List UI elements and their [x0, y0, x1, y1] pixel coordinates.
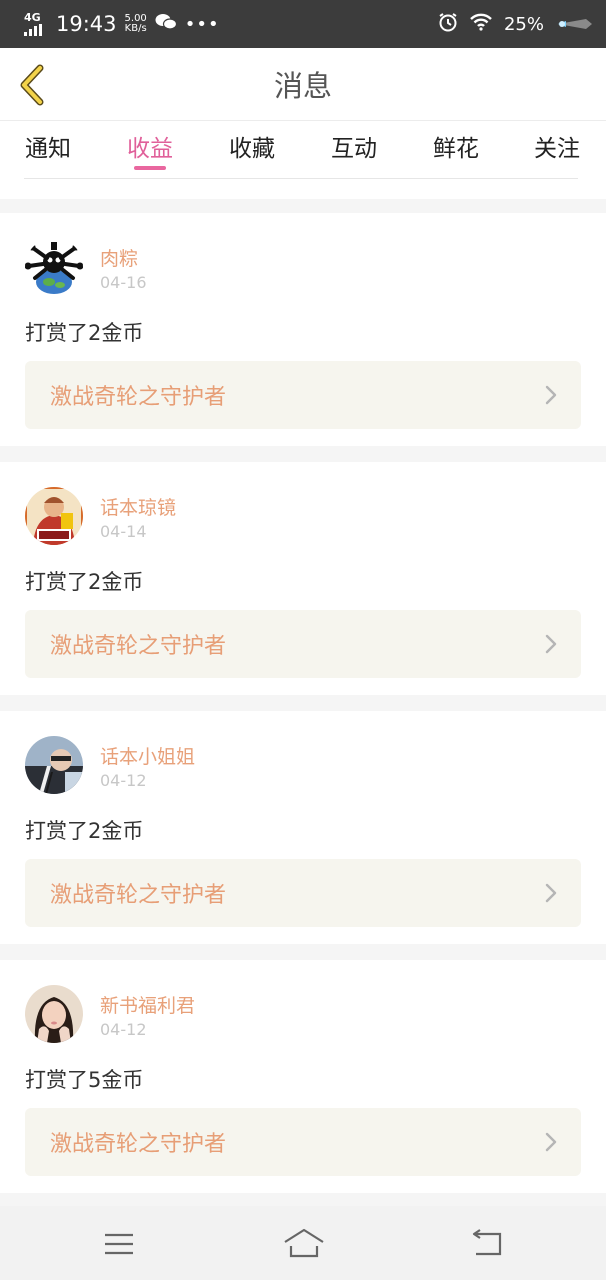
tab-favorites[interactable]: 收藏	[212, 129, 292, 163]
username[interactable]: 话本小姐姐	[100, 742, 195, 769]
wifi-icon	[470, 13, 492, 36]
book-link[interactable]: 激战奇轮之守护者	[25, 1108, 581, 1176]
photo-avatar-icon[interactable]	[25, 736, 83, 794]
home-button[interactable]	[282, 1224, 326, 1264]
book-link[interactable]: 激战奇轮之守护者	[25, 610, 581, 678]
monk-avatar-icon[interactable]	[25, 487, 83, 545]
message-card: 话本琼镜 04-14 打赏了2金币 激战奇轮之守护者	[0, 462, 606, 695]
tab-interactions[interactable]: 互动	[314, 129, 394, 163]
net-speed: 5.00 KB/s	[125, 14, 147, 34]
book-link[interactable]: 激战奇轮之守护者	[25, 859, 581, 927]
system-nav-bar	[0, 1206, 606, 1280]
book-title: 激战奇轮之守护者	[50, 385, 227, 410]
tab-bar: 通知 收益 收藏 互动 鲜花 关注	[0, 121, 606, 199]
username[interactable]: 新书福利君	[100, 991, 195, 1018]
menu-icon	[105, 1233, 133, 1255]
reward-text: 打赏了5金币	[25, 1068, 144, 1092]
back-arrow-icon	[20, 64, 44, 106]
net-speed-unit: KB/s	[124, 23, 147, 34]
header: 消息	[0, 48, 606, 121]
home-icon	[284, 1228, 324, 1258]
username[interactable]: 话本琼镜	[100, 493, 176, 520]
book-title: 激战奇轮之守护者	[50, 883, 227, 908]
message-card: 新书福利君 04-12 打赏了5金币 激战奇轮之守护者	[0, 960, 606, 1193]
back-button[interactable]	[16, 64, 48, 106]
chevron-right-icon	[545, 385, 557, 405]
book-link[interactable]: 激战奇轮之守护者	[25, 361, 581, 429]
tab-flowers[interactable]: 鲜花	[416, 129, 496, 163]
message-date: 04-16	[100, 273, 147, 292]
message-date: 04-14	[100, 522, 147, 541]
divider	[24, 178, 578, 179]
status-bar: 4G 19:43 5.00 KB/s ••• 25%	[0, 0, 606, 48]
back-icon	[472, 1229, 502, 1256]
chevron-right-icon	[545, 1132, 557, 1152]
battery-percent: 25%	[503, 13, 544, 35]
network-indicator: 4G	[24, 12, 52, 36]
reward-text: 打赏了2金币	[25, 321, 144, 345]
skull-globe-avatar-icon[interactable]	[25, 238, 83, 296]
chevron-right-icon	[545, 883, 557, 903]
message-list: 肉粽 04-16 打赏了2金币 激战奇轮之守护者 话本琼镜 04-14 打赏了2…	[0, 213, 606, 1209]
message-card: 话本小姐姐 04-12 打赏了2金币 激战奇轮之守护者	[0, 711, 606, 944]
more-notifications-icon: •••	[184, 13, 220, 35]
menu-button[interactable]	[97, 1224, 141, 1264]
tab-notifications[interactable]: 通知	[8, 129, 88, 163]
battery-icon	[556, 16, 594, 32]
chevron-right-icon	[545, 634, 557, 654]
book-title: 激战奇轮之守护者	[50, 1132, 227, 1157]
reward-text: 打赏了2金币	[25, 819, 144, 843]
alarm-icon	[438, 12, 458, 37]
clock: 19:43	[56, 12, 117, 36]
book-title: 激战奇轮之守护者	[50, 634, 227, 659]
network-type: 4G	[24, 11, 41, 24]
tab-following[interactable]: 关注	[517, 129, 597, 163]
girl-avatar-icon[interactable]	[25, 985, 83, 1043]
username[interactable]: 肉粽	[100, 244, 138, 271]
active-tab-indicator	[134, 166, 166, 170]
reward-text: 打赏了2金币	[25, 570, 144, 594]
signal-icon	[24, 24, 42, 36]
tab-earnings[interactable]: 收益	[110, 129, 190, 163]
back-nav-button[interactable]	[466, 1224, 510, 1264]
message-date: 04-12	[100, 771, 147, 790]
wechat-icon	[155, 13, 177, 35]
message-date: 04-12	[100, 1020, 147, 1039]
message-card: 肉粽 04-16 打赏了2金币 激战奇轮之守护者	[0, 213, 606, 446]
page-title: 消息	[273, 69, 332, 103]
